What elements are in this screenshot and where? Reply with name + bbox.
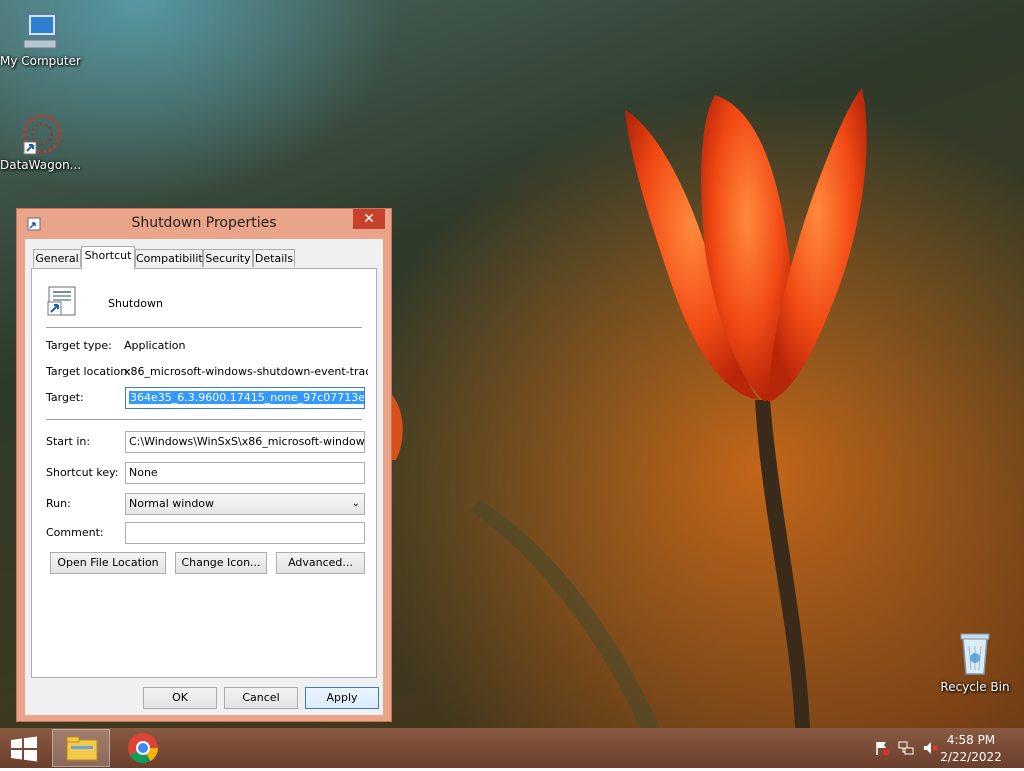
change-icon-button[interactable]: Change Icon... xyxy=(175,552,267,574)
computer-icon xyxy=(23,13,57,49)
tab-details[interactable]: Details xyxy=(253,249,295,267)
target-type-value: Application xyxy=(124,339,186,352)
tab-shortcut[interactable]: Shortcut xyxy=(81,246,135,269)
run-label: Run: xyxy=(46,497,71,510)
divider xyxy=(46,327,362,328)
comment-input[interactable] xyxy=(125,522,365,544)
target-input[interactable]: 364e35_6.3.9600.17415_none_97c07713e357f… xyxy=(125,387,365,409)
start-icon[interactable] xyxy=(8,736,40,762)
datawagon-icon xyxy=(22,114,62,155)
comment-label: Comment: xyxy=(46,526,104,539)
taskbar: 4:58 PM 2/22/2022 xyxy=(0,728,1024,768)
action-center-flag-icon[interactable] xyxy=(874,740,890,756)
ok-button[interactable]: OK xyxy=(143,687,217,709)
desktop-icon-label: My Computer xyxy=(0,54,81,68)
close-icon: ✕ xyxy=(363,211,375,227)
network-icon[interactable] xyxy=(898,740,914,756)
chevron-down-icon: ⌄ xyxy=(351,498,360,509)
title-bar[interactable]: Shutdown Properties ✕ xyxy=(17,209,391,239)
taskbar-file-explorer[interactable] xyxy=(52,729,110,767)
shortcut-name: Shutdown xyxy=(108,297,163,310)
divider xyxy=(46,419,362,420)
dialog-title: Shutdown Properties xyxy=(131,215,277,231)
shortcut-key-input[interactable]: None xyxy=(125,462,365,484)
run-select[interactable]: Normal window ⌄ xyxy=(125,493,365,515)
desktop-icon-my-computer[interactable]: My Computer xyxy=(0,10,81,68)
chrome-icon xyxy=(128,733,158,764)
shortcut-tab-panel: Shutdown Target type: Application Target… xyxy=(31,268,377,678)
clock-date[interactable]: 2/22/2022 xyxy=(936,750,1006,764)
shutdown-properties-dialog: Shutdown Properties ✕ General Shortcut C… xyxy=(16,208,392,722)
target-location-value: x86_microsoft-windows-shutdown-event-tra… xyxy=(124,365,368,378)
file-explorer-icon xyxy=(66,736,98,761)
apply-button[interactable]: Apply xyxy=(305,687,379,709)
target-location-label: Target location: xyxy=(46,365,131,378)
desktop-icon-label: DataWagon... xyxy=(0,158,82,172)
desktop-icon-label: Recycle Bin xyxy=(940,680,1010,694)
start-in-input[interactable]: C:\Windows\WinSxS\x86_microsoft-windows-… xyxy=(125,431,365,453)
target-type-label: Target type: xyxy=(46,339,112,352)
close-button[interactable]: ✕ xyxy=(353,209,385,229)
shortcut-key-label: Shortcut key: xyxy=(46,466,119,479)
shortcut-large-icon xyxy=(47,286,76,316)
target-input-selected-text: 364e35_6.3.9600.17415_none_97c07713e357f… xyxy=(129,391,364,404)
target-label: Target: xyxy=(46,391,84,404)
desktop-icon-recycle-bin[interactable]: Recycle Bin xyxy=(935,630,1015,694)
tab-compatibility[interactable]: Compatibility xyxy=(135,249,209,267)
open-file-location-button[interactable]: Open File Location xyxy=(50,552,166,574)
desktop-icon-datawagon[interactable]: DataWagon... xyxy=(0,112,82,172)
tab-security[interactable]: Security xyxy=(203,249,253,267)
cancel-button[interactable]: Cancel xyxy=(224,687,298,709)
recycle-bin-icon xyxy=(960,633,990,675)
tab-general[interactable]: General xyxy=(33,249,81,267)
advanced-button[interactable]: Advanced... xyxy=(276,552,365,574)
dialog-client-area: General Shortcut Compatibility Security … xyxy=(25,239,383,715)
taskbar-chrome[interactable] xyxy=(114,729,172,767)
run-select-value: Normal window xyxy=(129,497,215,510)
start-in-label: Start in: xyxy=(46,435,91,448)
clock-time[interactable]: 4:58 PM xyxy=(936,733,1006,747)
